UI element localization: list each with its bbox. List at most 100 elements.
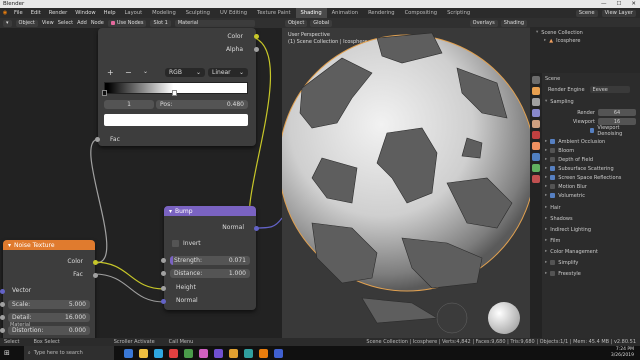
ramp-stop-index-field[interactable]: 1 xyxy=(104,100,154,109)
menu-file[interactable]: File xyxy=(10,10,27,16)
panel-checkbox[interactable] xyxy=(550,193,556,198)
ramp-remove-button[interactable]: − xyxy=(125,68,132,77)
tab-animation[interactable]: Animation xyxy=(327,8,363,18)
panel-row[interactable]: ▸ Bloom xyxy=(545,147,574,154)
panel-checkbox[interactable] xyxy=(550,271,556,276)
file-explorer-icon[interactable] xyxy=(138,348,148,358)
ramp-out-color-socket[interactable] xyxy=(254,34,259,39)
material-selector[interactable]: Material xyxy=(174,19,255,27)
outliner[interactable]: ▾ Scene Collection ▸ ▲ Icosphere xyxy=(530,18,640,73)
viewport-mode-dropdown[interactable]: Object xyxy=(285,19,308,27)
menu-node[interactable]: Node xyxy=(91,20,104,26)
menu-view[interactable]: View xyxy=(42,20,54,26)
menu-help[interactable]: Help xyxy=(100,10,120,16)
bump-strength-socket[interactable] xyxy=(161,258,166,263)
orientation-dropdown[interactable]: Global xyxy=(310,19,333,27)
ramp-stop-black[interactable] xyxy=(102,90,107,96)
minimize-icon[interactable]: — xyxy=(601,1,607,7)
noise-detail-field[interactable]: Detail: 16.000 xyxy=(8,313,90,322)
bump-invert-box[interactable] xyxy=(172,240,179,247)
panel-row[interactable]: ▸ Subsurface Scattering xyxy=(545,165,614,172)
viewport-denoising-checkbox[interactable] xyxy=(590,128,595,133)
bump-distance-socket[interactable] xyxy=(161,271,166,276)
scene-selector[interactable]: Scene xyxy=(575,9,598,17)
bump-in-height-socket[interactable] xyxy=(161,286,166,291)
bump-node-header[interactable]: ▾ Bump xyxy=(164,206,256,216)
blender-taskbar-icon[interactable] xyxy=(258,348,268,358)
sampling-panel[interactable]: ▾ Sampling xyxy=(545,98,574,105)
panel-checkbox[interactable] xyxy=(550,175,556,180)
panel-row[interactable]: ▸ Shadows xyxy=(545,215,573,222)
noise-detail-socket[interactable] xyxy=(0,315,5,320)
menu-select[interactable]: Select xyxy=(58,20,73,26)
panel-checkbox[interactable] xyxy=(550,166,556,171)
object-mode-dropdown[interactable]: Object xyxy=(15,19,38,27)
tab-uv-editing[interactable]: UV Editing xyxy=(215,8,252,18)
ramp-stop-white[interactable] xyxy=(172,90,177,96)
panel-row[interactable]: ▸ Film xyxy=(545,237,560,244)
properties-editor[interactable]: Scene Render Engine Eevee ▾ Sampling Rend… xyxy=(530,73,640,338)
windows-start-icon[interactable]: ⊞ xyxy=(4,349,10,357)
app-orange-icon[interactable] xyxy=(228,348,238,358)
overlays-dropdown[interactable]: Overlays xyxy=(469,19,498,27)
ramp-in-fac-socket[interactable] xyxy=(95,137,100,142)
data-tab-icon[interactable] xyxy=(532,164,540,172)
tab-rendering[interactable]: Rendering xyxy=(363,8,400,18)
scene-tab-icon[interactable] xyxy=(532,120,540,128)
panel-checkbox[interactable] xyxy=(550,148,556,153)
view-layer-tab-icon[interactable] xyxy=(532,109,540,117)
ramp-pos-field[interactable]: Pos: 0.480 xyxy=(156,100,248,109)
bump-node[interactable]: ▾ Bump Normal Invert Strength: 0.071 Dista… xyxy=(161,206,259,310)
app-green-icon[interactable] xyxy=(183,348,193,358)
menu-render[interactable]: Render xyxy=(45,10,71,16)
blender-logo-icon[interactable]: ◉ xyxy=(0,8,10,18)
noise-scale-socket[interactable] xyxy=(0,302,5,307)
ramp-color-mode-dropdown[interactable]: RGB ⌄ xyxy=(165,68,205,77)
tab-layout[interactable]: Layout xyxy=(120,8,148,18)
edge-icon[interactable] xyxy=(153,348,163,358)
shading-dropdown[interactable]: Shading xyxy=(500,19,527,27)
app-red-icon[interactable] xyxy=(168,348,178,358)
maximize-icon[interactable]: ☐ xyxy=(616,1,621,7)
taskbar-search-box[interactable]: ⌕ Type here to search xyxy=(23,346,114,360)
ramp-stop-color-swatch[interactable] xyxy=(104,114,248,126)
panel-row[interactable]: ▸ Screen Space Reflections xyxy=(545,174,621,181)
tab-shading[interactable]: Shading xyxy=(295,8,327,18)
system-clock[interactable]: 7:24 PM 3/26/2019 xyxy=(611,347,640,359)
icosphere-render[interactable] xyxy=(282,28,530,338)
menu-add[interactable]: Add xyxy=(77,20,87,26)
panel-row[interactable]: ▸ Ambient Occlusion xyxy=(545,138,605,145)
bump-distance-field[interactable]: Distance: 1.000 xyxy=(170,269,250,278)
panel-row[interactable]: ▸ Freestyle xyxy=(545,270,581,277)
bump-in-normal-socket[interactable] xyxy=(161,299,166,304)
app-purple-icon[interactable] xyxy=(198,348,208,358)
menu-edit[interactable]: Edit xyxy=(27,10,45,16)
app-blue-icon[interactable] xyxy=(273,348,283,358)
render-engine-dropdown[interactable]: Eevee xyxy=(589,86,630,93)
app-violet-icon[interactable] xyxy=(213,348,223,358)
noise-in-vector-socket[interactable] xyxy=(0,289,5,294)
noise-scale-field[interactable]: Scale: 5.000 xyxy=(8,300,90,309)
panel-checkbox[interactable] xyxy=(550,184,556,189)
render-tab-icon[interactable] xyxy=(532,87,540,95)
panel-checkbox[interactable] xyxy=(550,139,556,144)
panel-row[interactable]: ▸ Volumetric xyxy=(545,192,585,199)
panel-row[interactable]: ▸ Simplify xyxy=(545,259,578,266)
panel-row[interactable]: ▸ Motion Blur xyxy=(545,183,587,190)
menu-window[interactable]: Window xyxy=(71,10,99,16)
world-tab-icon[interactable] xyxy=(532,131,540,139)
modifier-tab-icon[interactable] xyxy=(532,153,540,161)
view-layer-selector[interactable]: View Layer xyxy=(601,9,636,17)
ramp-out-alpha-socket[interactable] xyxy=(254,47,259,52)
bump-out-normal-socket[interactable] xyxy=(254,226,259,231)
panel-row[interactable]: ▸ Indirect Lighting xyxy=(545,226,591,233)
use-nodes-checkbox[interactable]: Use Nodes xyxy=(107,19,147,27)
noise-out-color-socket[interactable] xyxy=(93,260,98,265)
noise-out-fac-socket[interactable] xyxy=(93,273,98,278)
tab-sculpting[interactable]: Sculpting xyxy=(181,8,215,18)
bump-strength-slider[interactable]: Strength: 0.071 xyxy=(170,256,250,265)
color-ramp-node[interactable]: Color Alpha + − ⌄ RGB ⌄ Linear ⌄ 1 Pos: 0.4… xyxy=(95,28,259,146)
panel-row[interactable]: ▸ Depth of Field xyxy=(545,156,593,163)
tab-modeling[interactable]: Modeling xyxy=(147,8,181,18)
bump-invert-checkbox[interactable]: Invert xyxy=(172,240,201,247)
